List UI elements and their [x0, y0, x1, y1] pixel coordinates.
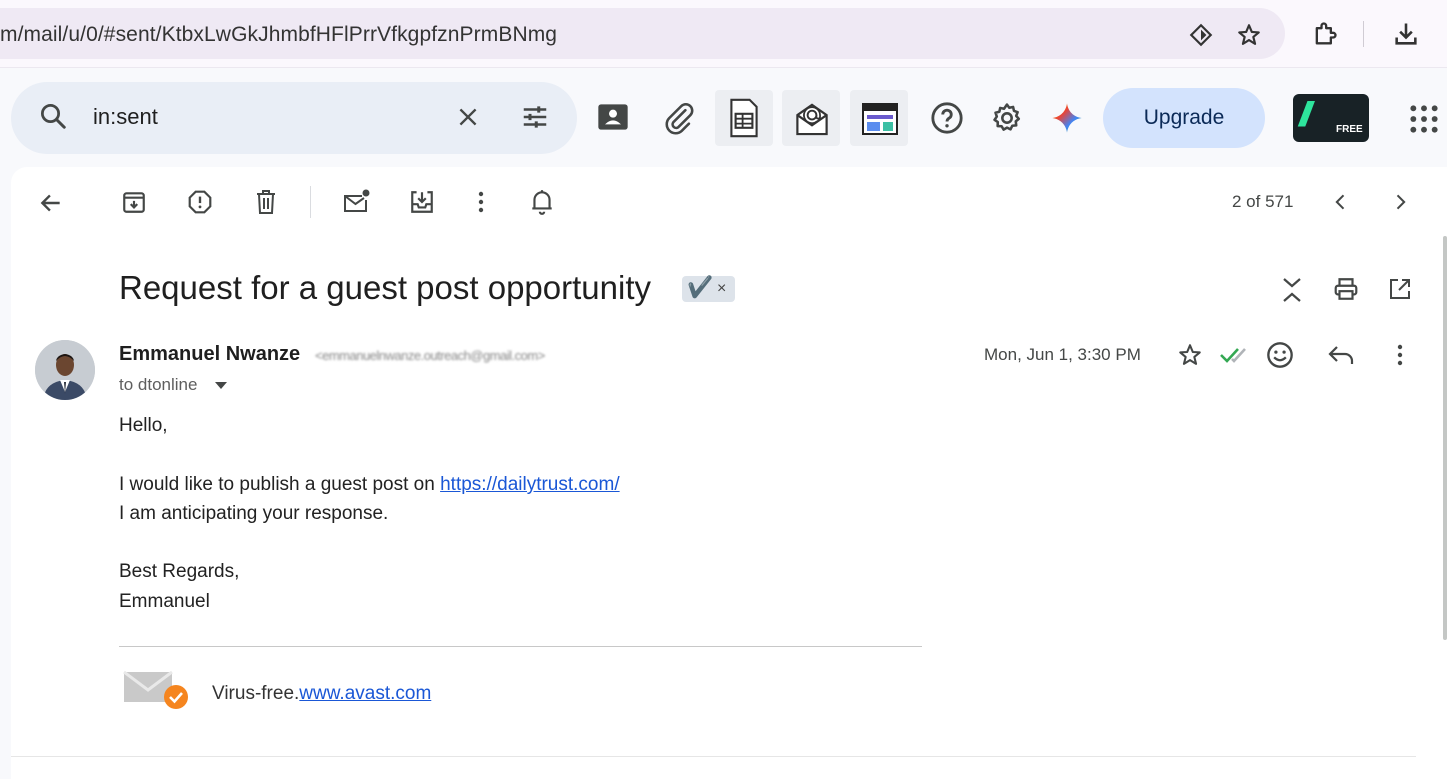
attachment-icon[interactable]: [661, 100, 697, 136]
recipient-line: to dtonline: [119, 375, 198, 394]
signature-divider: [119, 646, 922, 647]
virus-free-text: Virus-free.: [212, 683, 300, 704]
move-to-icon[interactable]: [408, 188, 436, 216]
message-bottom-divider: [11, 756, 1416, 757]
browser-toolbar: m/mail/u/0/#sent/KtbxLwGkJhmbfHFlPrrVfkg…: [0, 0, 1447, 68]
email-subject: Request for a guest post opportunity: [119, 269, 651, 306]
sender-name[interactable]: Emmanuel Nwanze: [119, 343, 300, 366]
scrollbar[interactable]: [1443, 236, 1447, 640]
upgrade-button[interactable]: Upgrade: [1103, 88, 1265, 148]
message-date: Mon, Jun 1, 3:30 PM: [984, 345, 1141, 364]
body-line-2: I am anticipating your response.: [119, 503, 389, 524]
help-icon[interactable]: [929, 100, 965, 136]
collapse-all-icon[interactable]: [1278, 275, 1306, 305]
apps-grid-icon[interactable]: [1406, 101, 1442, 137]
back-arrow-icon[interactable]: [37, 189, 65, 217]
bookmark-star-icon[interactable]: [1235, 21, 1263, 49]
dashboard-icon[interactable]: [861, 102, 899, 136]
delete-icon[interactable]: [253, 188, 279, 216]
address-bar[interactable]: m/mail/u/0/#sent/KtbxLwGkJhmbfHFlPrrVfkg…: [0, 8, 1285, 59]
email-tracker-icon[interactable]: [793, 98, 831, 138]
extension-free-logo[interactable]: // FREE: [1293, 94, 1369, 142]
search-icon[interactable]: [37, 100, 69, 132]
report-spam-icon[interactable]: [186, 188, 214, 216]
extension-diamond-icon[interactable]: [1186, 22, 1216, 48]
open-in-new-window-icon[interactable]: [1386, 275, 1414, 303]
body-closing: Best Regards,: [119, 561, 240, 582]
label-chip[interactable]: ✔️ ×: [682, 276, 735, 302]
add-reaction-icon[interactable]: [1265, 340, 1295, 370]
free-badge: FREE: [1336, 124, 1363, 135]
clear-search-icon[interactable]: [454, 103, 482, 131]
url-text[interactable]: m/mail/u/0/#sent/KtbxLwGkJhmbfHFlPrrVfkg…: [0, 23, 557, 47]
mark-unread-icon[interactable]: [341, 187, 371, 215]
search-input[interactable]: in:sent: [93, 104, 158, 130]
virus-free-note: Virus-free.www.avast.com: [212, 683, 431, 705]
avast-mail-icon[interactable]: [123, 670, 191, 712]
avast-link[interactable]: www.avast.com: [299, 683, 431, 704]
next-chevron-icon[interactable]: [1389, 191, 1411, 213]
message-more-icon[interactable]: [1391, 342, 1409, 368]
toolbar-divider: [310, 186, 311, 218]
show-details-icon[interactable]: [214, 379, 228, 393]
print-icon[interactable]: [1332, 275, 1360, 303]
prev-chevron-icon[interactable]: [1330, 191, 1352, 213]
body-signature: Emmanuel: [119, 591, 210, 612]
body-line-1: I would like to publish a guest post on …: [119, 474, 620, 496]
sender-avatar[interactable]: [35, 340, 95, 400]
download-icon[interactable]: [1391, 19, 1421, 49]
sender-email[interactable]: <emmanuelnwanze.outreach@gmail.com>: [315, 348, 545, 363]
snooze-bell-icon[interactable]: [527, 187, 557, 217]
body-line-1-text: I would like to publish a guest post on: [119, 474, 441, 495]
dailytrust-link[interactable]: https://dailytrust.com/: [440, 474, 620, 495]
read-receipt-check-icon: [1218, 345, 1252, 365]
remove-label-button[interactable]: ×: [717, 280, 726, 298]
gemini-icon[interactable]: [1050, 101, 1084, 135]
body-greeting: Hello,: [119, 415, 168, 436]
extension-logo-mark: //: [1299, 96, 1312, 134]
reply-icon[interactable]: [1326, 341, 1356, 369]
settings-icon[interactable]: [989, 100, 1025, 136]
toolbar-separator: [1363, 21, 1364, 47]
more-vert-icon[interactable]: [472, 189, 490, 215]
sheets-icon[interactable]: [726, 97, 762, 139]
archive-icon[interactable]: [120, 188, 148, 216]
pager-count: 2 of 571: [1232, 192, 1294, 211]
star-icon[interactable]: [1176, 341, 1204, 369]
contacts-icon[interactable]: [596, 101, 630, 133]
extensions-puzzle-icon[interactable]: [1310, 19, 1340, 49]
search-options-icon[interactable]: [519, 101, 551, 133]
label-check-icon: ✔️: [687, 276, 714, 299]
